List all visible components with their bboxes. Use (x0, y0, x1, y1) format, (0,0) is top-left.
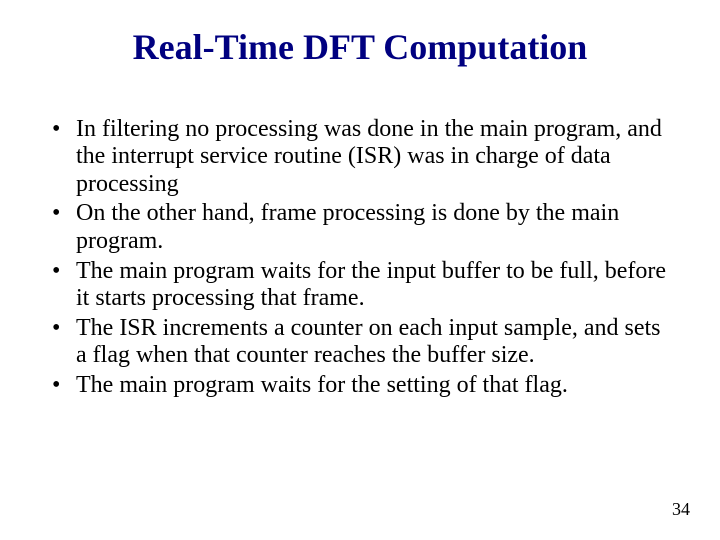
slide: Real-Time DFT Computation In filtering n… (0, 0, 720, 540)
page-number: 34 (672, 499, 690, 520)
list-item: In filtering no processing was done in t… (50, 116, 670, 199)
list-item: The main program waits for the input buf… (50, 258, 670, 313)
bullet-list: In filtering no processing was done in t… (50, 116, 670, 400)
slide-title: Real-Time DFT Computation (40, 0, 680, 68)
list-item: On the other hand, frame processing is d… (50, 200, 670, 255)
list-item: The ISR increments a counter on each inp… (50, 315, 670, 370)
list-item: The main program waits for the setting o… (50, 372, 670, 400)
